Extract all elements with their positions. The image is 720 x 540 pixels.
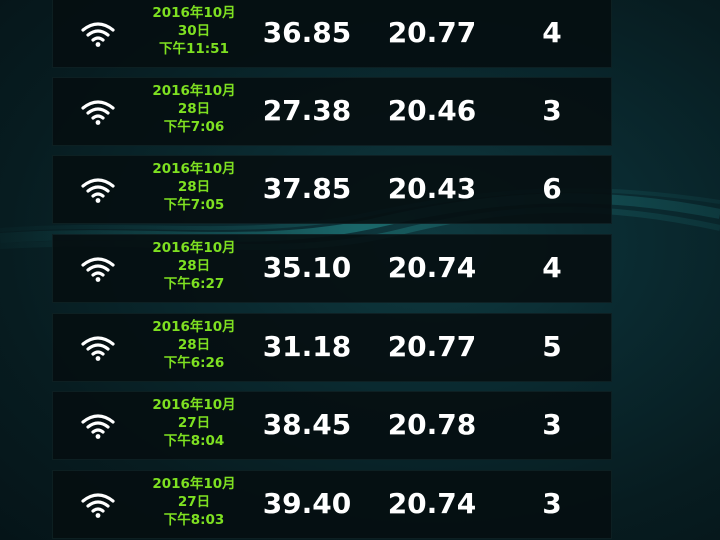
value-2: 20.43 <box>387 172 477 205</box>
count-value: 3 <box>542 487 562 520</box>
timestamp: 2016年10月 28日 下午6:27 <box>134 239 254 293</box>
timestamp: 2016年10月 30日 下午11:51 <box>134 4 254 58</box>
time-of-day: 下午8:04 <box>163 433 225 449</box>
date-day: 28日 <box>177 179 211 195</box>
time-of-day: 下午6:26 <box>163 355 225 371</box>
value-2: 20.74 <box>387 251 477 284</box>
value-2: 20.74 <box>387 487 477 520</box>
list-item[interactable]: 2016年10月 28日 下午6:26 31.18 20.77 5 <box>52 313 612 382</box>
date-year-month: 2016年10月 <box>152 5 236 21</box>
value-2: 20.77 <box>387 330 477 363</box>
date-day: 28日 <box>177 337 211 353</box>
date-year-month: 2016年10月 <box>152 476 236 492</box>
value-1: 37.85 <box>262 172 352 205</box>
count-value: 3 <box>542 94 562 127</box>
wifi-icon <box>81 493 115 518</box>
date-day: 27日 <box>177 415 211 431</box>
date-year-month: 2016年10月 <box>152 319 236 335</box>
list-item[interactable]: 2016年10月 30日 下午11:51 36.85 20.77 4 <box>52 0 612 68</box>
date-year-month: 2016年10月 <box>152 161 236 177</box>
wifi-icon <box>81 414 115 439</box>
count-value: 5 <box>542 330 562 363</box>
count-value: 3 <box>542 408 562 441</box>
date-day: 28日 <box>177 258 211 274</box>
list-item[interactable]: 2016年10月 27日 下午8:04 38.45 20.78 3 <box>52 391 612 460</box>
timestamp: 2016年10月 27日 下午8:03 <box>134 475 254 529</box>
value-1: 27.38 <box>262 94 352 127</box>
time-of-day: 下午7:06 <box>163 119 225 135</box>
time-of-day: 下午6:27 <box>163 276 225 292</box>
value-1: 39.40 <box>262 487 352 520</box>
time-of-day: 下午7:05 <box>163 197 225 213</box>
value-1: 36.85 <box>262 16 352 49</box>
date-year-month: 2016年10月 <box>152 83 236 99</box>
timestamp: 2016年10月 28日 下午7:06 <box>134 82 254 136</box>
date-day: 28日 <box>177 101 211 117</box>
date-day: 30日 <box>177 23 211 39</box>
value-2: 20.46 <box>387 94 477 127</box>
value-2: 20.78 <box>387 408 477 441</box>
date-day: 27日 <box>177 494 211 510</box>
date-year-month: 2016年10月 <box>152 240 236 256</box>
count-value: 4 <box>542 16 562 49</box>
list-item[interactable]: 2016年10月 28日 下午7:05 37.85 20.43 6 <box>52 155 612 224</box>
list-item[interactable]: 2016年10月 28日 下午7:06 27.38 20.46 3 <box>52 77 612 146</box>
timestamp: 2016年10月 28日 下午6:26 <box>134 318 254 372</box>
timestamp: 2016年10月 27日 下午8:04 <box>134 396 254 450</box>
wifi-icon <box>81 22 115 47</box>
list-item[interactable]: 2016年10月 27日 下午8:03 39.40 20.74 3 <box>52 470 612 539</box>
count-value: 4 <box>542 251 562 284</box>
count-value: 6 <box>542 172 562 205</box>
timestamp: 2016年10月 28日 下午7:05 <box>134 160 254 214</box>
value-1: 31.18 <box>262 330 352 363</box>
wifi-icon <box>81 100 115 125</box>
wifi-icon <box>81 336 115 361</box>
wifi-icon <box>81 178 115 203</box>
value-2: 20.77 <box>387 16 477 49</box>
value-1: 35.10 <box>262 251 352 284</box>
wifi-icon <box>81 257 115 282</box>
value-1: 38.45 <box>262 408 352 441</box>
date-year-month: 2016年10月 <box>152 397 236 413</box>
time-of-day: 下午8:03 <box>163 512 225 528</box>
time-of-day: 下午11:51 <box>159 41 229 57</box>
list-item[interactable]: 2016年10月 28日 下午6:27 35.10 20.74 4 <box>52 234 612 303</box>
